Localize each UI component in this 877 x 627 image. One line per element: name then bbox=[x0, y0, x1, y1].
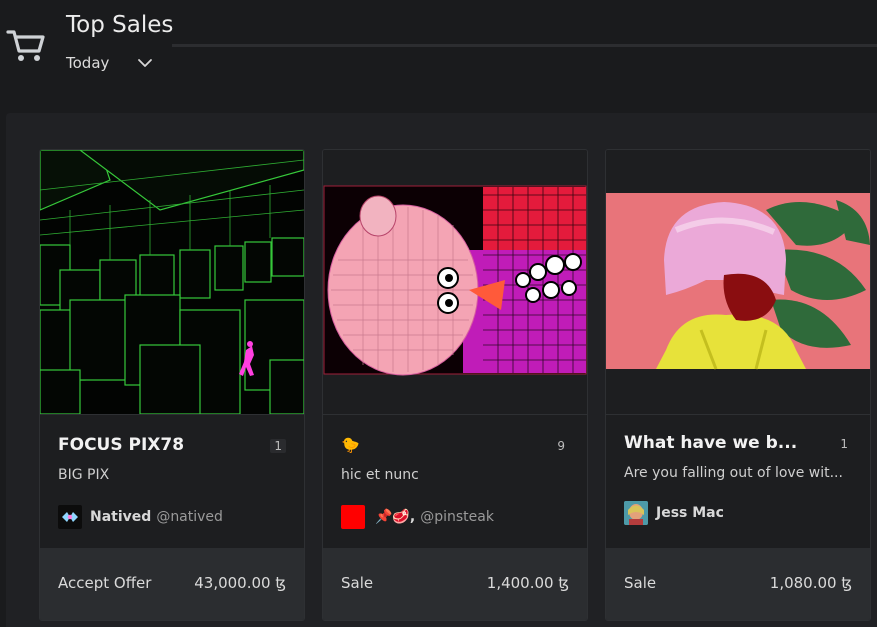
creator-link[interactable]: 📌🥩, @pinsteak bbox=[341, 505, 494, 529]
sale-type: Sale bbox=[624, 574, 657, 592]
artwork-green-grid bbox=[40, 150, 304, 414]
artwork-subtitle: hic et nunc bbox=[341, 467, 419, 483]
artwork-subtitle: Are you falling out of love wit... bbox=[624, 465, 843, 481]
artwork-pink-bird bbox=[323, 185, 587, 376]
creator-link[interactable]: Jess Mac bbox=[624, 501, 729, 525]
shopping-cart-icon bbox=[6, 30, 45, 61]
sale-price: 43,000.00 ꜩ bbox=[194, 574, 286, 592]
artwork-pink-wig-portrait bbox=[606, 193, 870, 370]
creator-avatar bbox=[58, 505, 82, 529]
card-info: 🐤 9 hic et nunc 📌🥩, @pinsteak bbox=[323, 415, 587, 548]
creator-name: 📌🥩, bbox=[375, 509, 416, 525]
edition-count: 9 bbox=[557, 439, 565, 453]
creator-handle: @natived bbox=[156, 509, 223, 525]
time-filter-dropdown[interactable]: Today bbox=[66, 51, 153, 75]
artwork-title[interactable]: 🐤 bbox=[341, 436, 541, 454]
sale-card[interactable]: 🐤 9 hic et nunc 📌🥩, @pinsteak Sale 1,400… bbox=[322, 149, 588, 621]
creator-name: Natived bbox=[90, 509, 152, 525]
artwork-image[interactable] bbox=[606, 150, 870, 415]
card-footer: Accept Offer 43,000.00 ꜩ bbox=[40, 548, 304, 620]
creator-link[interactable]: Natived @natived bbox=[58, 505, 223, 529]
creator-avatar bbox=[624, 501, 648, 525]
card-info: FOCUS PIX78 1 BIG PIX Natived @natived bbox=[40, 415, 304, 548]
card-info: What have we b... 1 Are you falling out … bbox=[606, 415, 870, 548]
edition-count: 1 bbox=[270, 439, 286, 453]
sale-type: Accept Offer bbox=[58, 574, 152, 592]
creator-name: Jess Mac bbox=[656, 505, 724, 521]
sale-price: 1,400.00 ꜩ bbox=[486, 574, 569, 592]
page-title: Top Sales bbox=[66, 12, 174, 38]
creator-handle: @pinsteak bbox=[420, 509, 494, 525]
card-footer: Sale 1,400.00 ꜩ bbox=[323, 548, 587, 620]
artwork-image[interactable] bbox=[40, 150, 304, 415]
artwork-image[interactable] bbox=[323, 150, 587, 415]
sale-card[interactable]: FOCUS PIX78 1 BIG PIX Natived @natived A… bbox=[39, 149, 305, 621]
edition-count: 1 bbox=[840, 437, 848, 451]
artwork-subtitle: BIG PIX bbox=[58, 467, 110, 483]
sale-price: 1,080.00 ꜩ bbox=[769, 574, 852, 592]
artwork-title[interactable]: What have we b... bbox=[624, 433, 824, 453]
time-filter-label: Today bbox=[66, 54, 110, 72]
header-divider bbox=[172, 44, 877, 47]
card-footer: Sale 1,080.00 ꜩ bbox=[606, 548, 870, 620]
creator-avatar bbox=[341, 505, 365, 529]
sale-type: Sale bbox=[341, 574, 374, 592]
sale-card[interactable]: What have we b... 1 Are you falling out … bbox=[605, 149, 871, 621]
page-header: Top Sales Today bbox=[0, 0, 877, 112]
artwork-title[interactable]: FOCUS PIX78 bbox=[58, 435, 258, 455]
chevron-down-icon bbox=[138, 59, 153, 67]
